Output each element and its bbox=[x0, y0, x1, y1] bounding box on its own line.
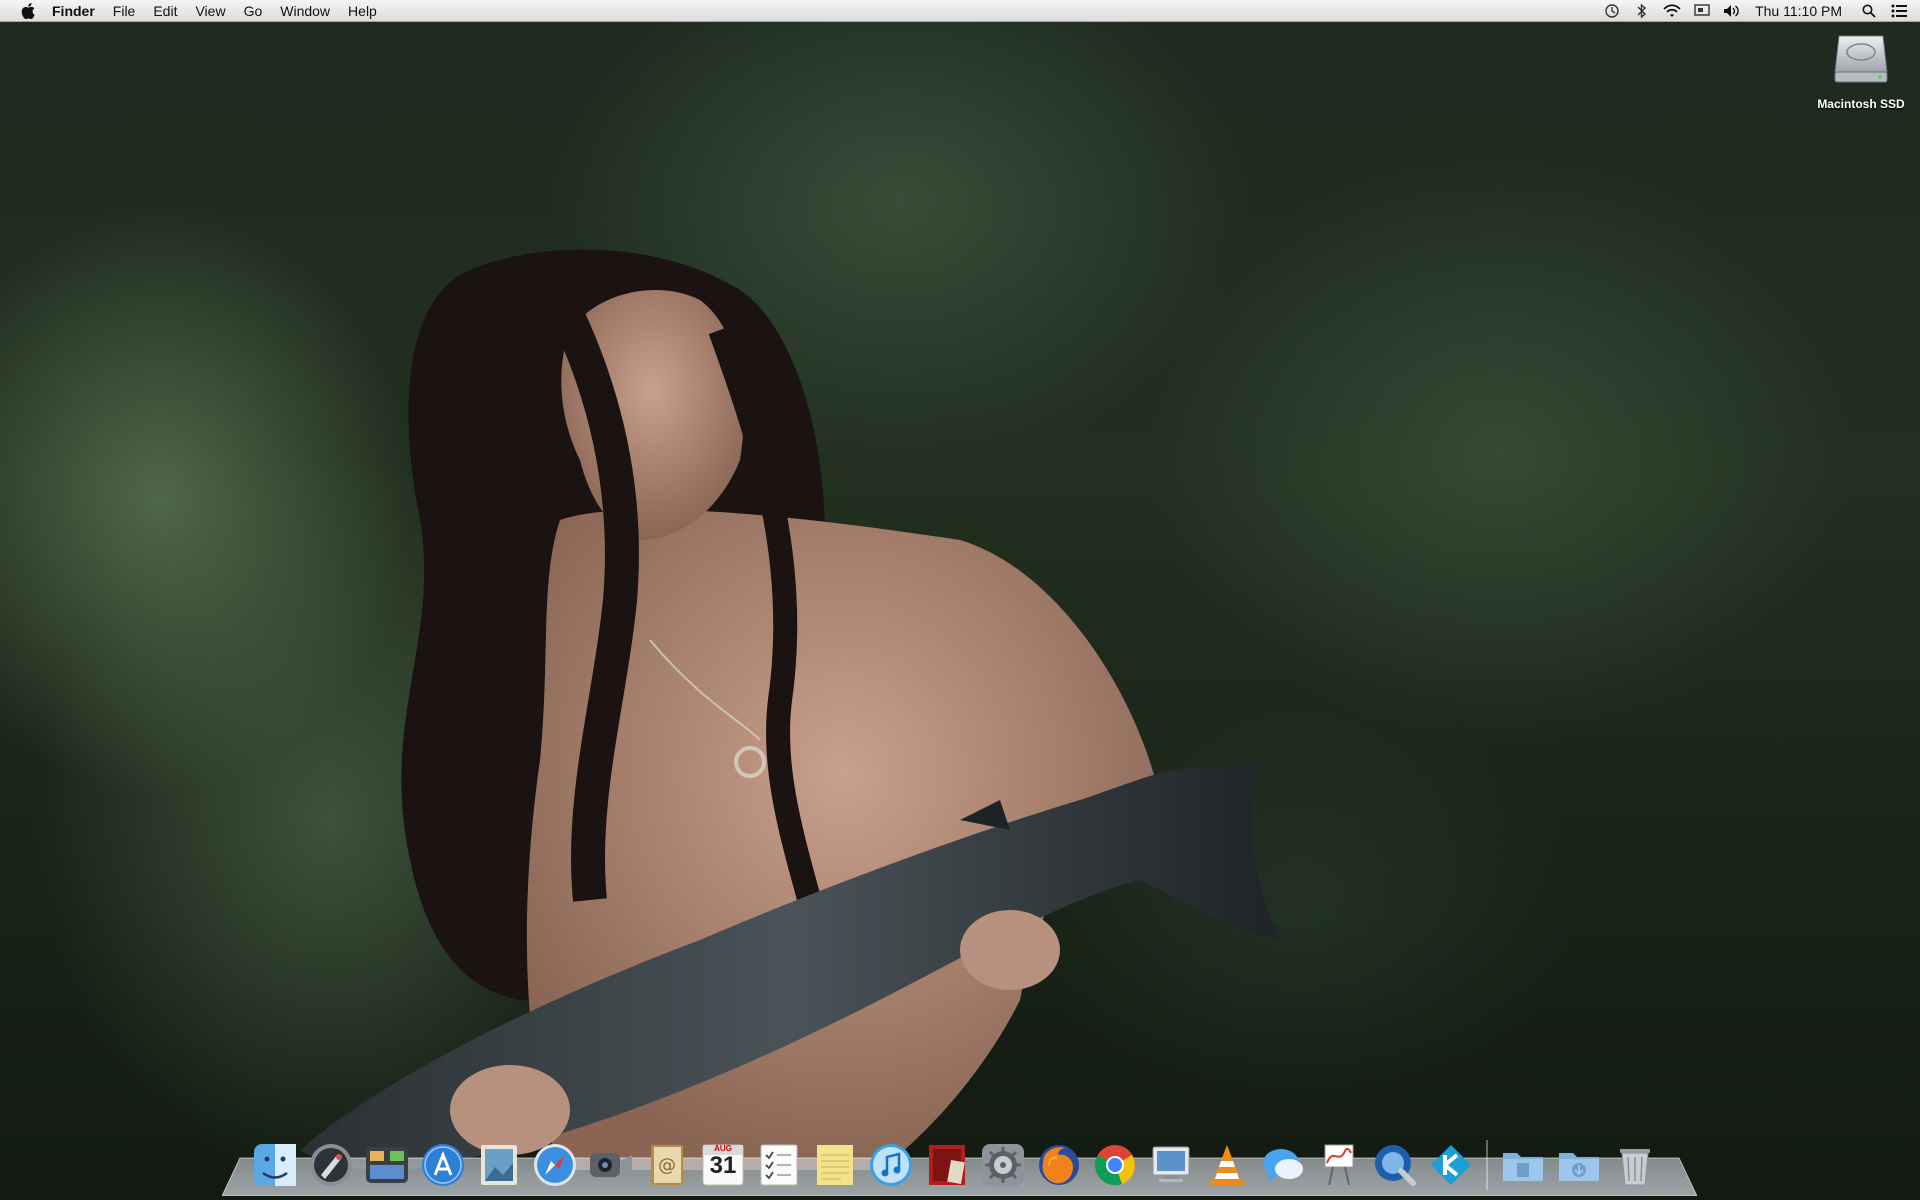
dock-grapher[interactable] bbox=[1312, 1138, 1366, 1192]
menu-help[interactable]: Help bbox=[348, 0, 377, 22]
grapher-icon bbox=[1324, 1144, 1354, 1186]
chrome-icon bbox=[1095, 1145, 1135, 1186]
dock-system-preferences[interactable] bbox=[976, 1138, 1030, 1192]
dock-itunes[interactable] bbox=[864, 1138, 918, 1192]
dock-documents-stack[interactable] bbox=[1496, 1138, 1550, 1192]
menu-bar: Finder File Edit View Go Window Help Thu… bbox=[0, 0, 1920, 22]
wifi-icon[interactable] bbox=[1663, 3, 1681, 19]
messages-icon bbox=[1263, 1149, 1303, 1183]
dock-launchpad[interactable] bbox=[304, 1138, 358, 1192]
dock-finder[interactable] bbox=[248, 1138, 302, 1192]
dock-app-store[interactable] bbox=[416, 1138, 470, 1192]
menu-file[interactable]: File bbox=[113, 0, 136, 22]
desktop-icon-label: Macintosh SSD bbox=[1817, 97, 1905, 111]
dock-messages[interactable] bbox=[1256, 1138, 1310, 1192]
dock: @ AUG 31 bbox=[248, 1132, 1664, 1192]
volume-icon[interactable] bbox=[1723, 3, 1741, 19]
dock-vlc[interactable] bbox=[1200, 1138, 1254, 1192]
dock-contacts[interactable]: @ bbox=[640, 1138, 694, 1192]
preview-icon bbox=[481, 1145, 517, 1185]
dock-trash[interactable] bbox=[1608, 1138, 1662, 1192]
launchpad-icon bbox=[310, 1144, 352, 1186]
dock-safari[interactable] bbox=[528, 1138, 582, 1192]
menu-window[interactable]: Window bbox=[280, 0, 330, 22]
dock-remote-desktop[interactable] bbox=[1144, 1138, 1198, 1192]
menu-edit[interactable]: Edit bbox=[153, 0, 177, 22]
app-store-icon bbox=[422, 1144, 464, 1186]
itunes-icon bbox=[870, 1144, 912, 1186]
dock-facetime[interactable] bbox=[584, 1138, 638, 1192]
desktop-icon-hard-drive[interactable]: Macintosh SSD bbox=[1815, 28, 1907, 112]
dock-kodi[interactable] bbox=[1424, 1138, 1478, 1192]
mission-control-icon bbox=[366, 1147, 408, 1183]
dock-firefox[interactable] bbox=[1032, 1138, 1086, 1192]
bluetooth-icon[interactable] bbox=[1633, 3, 1651, 19]
photo-booth-icon bbox=[929, 1145, 965, 1185]
dock-downloads-stack[interactable] bbox=[1552, 1138, 1606, 1192]
vlc-icon bbox=[1209, 1145, 1245, 1185]
dock-reminders[interactable] bbox=[752, 1138, 806, 1192]
apple-menu-icon[interactable] bbox=[20, 2, 36, 19]
gear-icon bbox=[982, 1144, 1024, 1186]
hard-drive-icon bbox=[1831, 28, 1891, 93]
dock-notes[interactable] bbox=[808, 1138, 862, 1192]
dock-photo-booth[interactable] bbox=[920, 1138, 974, 1192]
menu-app-name[interactable]: Finder bbox=[52, 0, 95, 22]
svg-text:@: @ bbox=[658, 1155, 676, 1176]
trash-icon bbox=[1620, 1149, 1650, 1186]
menu-go[interactable]: Go bbox=[244, 0, 263, 22]
remote-desktop-icon bbox=[1152, 1146, 1190, 1182]
desktop: Finder File Edit View Go Window Help Thu… bbox=[0, 0, 1920, 1200]
time-machine-icon[interactable] bbox=[1603, 3, 1621, 19]
safari-icon bbox=[534, 1144, 576, 1186]
spotlight-icon[interactable] bbox=[1860, 3, 1878, 19]
kodi-icon bbox=[1431, 1145, 1471, 1185]
display-icon[interactable] bbox=[1693, 3, 1711, 19]
dock-preview[interactable] bbox=[472, 1138, 526, 1192]
dock-calendar[interactable]: AUG 31 bbox=[696, 1138, 750, 1192]
quicktime-icon bbox=[1375, 1145, 1416, 1186]
contacts-icon: @ bbox=[651, 1145, 683, 1185]
wallpaper-photo bbox=[300, 249, 1280, 1171]
notes-icon bbox=[817, 1145, 853, 1185]
facetime-icon bbox=[590, 1153, 632, 1177]
dock-quicktime[interactable] bbox=[1368, 1138, 1422, 1192]
dock-mission-control[interactable] bbox=[360, 1138, 414, 1192]
menubar-clock[interactable]: Thu 11:10 PM bbox=[1755, 3, 1842, 19]
reminders-icon bbox=[760, 1144, 798, 1186]
finder-icon bbox=[254, 1144, 296, 1186]
folder-icon bbox=[1503, 1153, 1543, 1181]
menu-view[interactable]: View bbox=[195, 0, 225, 22]
firefox-icon bbox=[1039, 1145, 1079, 1185]
downloads-folder-icon bbox=[1559, 1153, 1599, 1181]
calendar-day: 31 bbox=[709, 1152, 737, 1179]
notification-center-icon[interactable] bbox=[1890, 3, 1908, 19]
dock-chrome[interactable] bbox=[1088, 1138, 1142, 1192]
dock-separator bbox=[1486, 1140, 1488, 1190]
